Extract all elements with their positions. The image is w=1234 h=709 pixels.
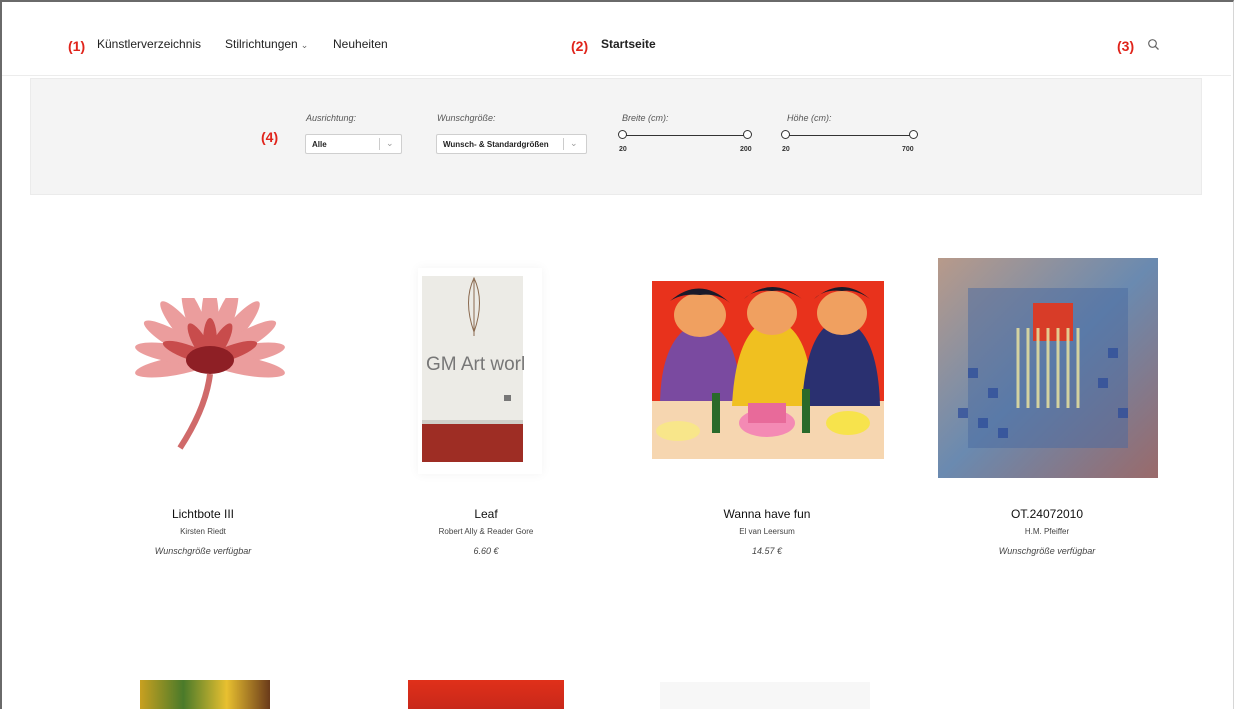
size-select[interactable]: Wunsch- & Standardgrößen ⌄ — [436, 134, 587, 154]
artwork-title[interactable]: Lichtbote III — [78, 507, 328, 521]
red-block — [422, 424, 523, 462]
artwork-image-partial[interactable] — [660, 682, 870, 709]
orientation-label: Ausrichtung: — [306, 113, 357, 123]
artwork-info: 14.57 € — [751, 546, 783, 556]
size-value: Wunsch- & Standardgrößen — [443, 140, 549, 149]
select-separator — [563, 138, 564, 150]
artwork-info: 6.60 € — [473, 546, 499, 556]
width-min-handle[interactable] — [618, 130, 627, 139]
artwork-title[interactable]: Leaf — [361, 507, 611, 521]
height-min-value: 20 — [782, 146, 790, 153]
annotation-1: (1) — [68, 38, 86, 54]
artwork-artist[interactable]: Robert Ally & Reader Gore — [361, 527, 611, 536]
nav-styles-label: Stilrichtungen — [225, 37, 298, 51]
height-max-handle[interactable] — [909, 130, 918, 139]
annotation-2: (2) — [571, 38, 589, 54]
small-square — [504, 395, 511, 401]
nav-home[interactable]: Startseite — [601, 37, 656, 51]
annotation-3: (3) — [1117, 38, 1135, 54]
width-range-slider[interactable] — [618, 130, 752, 142]
width-min-value: 20 — [619, 146, 627, 153]
search-icon[interactable] — [1147, 38, 1161, 52]
chevron-down-icon: ⌄ — [300, 40, 309, 50]
height-label: Höhe (cm): — [787, 113, 832, 123]
artwork-image-leaf[interactable]: GM Art worl — [418, 268, 542, 474]
width-label: Breite (cm): — [622, 113, 669, 123]
height-range-slider[interactable] — [781, 130, 918, 142]
artwork-image-partial[interactable] — [140, 680, 270, 709]
height-min-handle[interactable] — [781, 130, 790, 139]
nav-news[interactable]: Neuheiten — [333, 37, 388, 51]
orientation-select[interactable]: Alle ⌄ — [305, 134, 402, 154]
chevron-down-icon: ⌄ — [570, 138, 578, 148]
artwork-info: Wunschgröße verfügbar — [998, 546, 1096, 556]
artwork-image-partial[interactable] — [408, 680, 564, 709]
leaf-icon — [468, 276, 480, 336]
height-max-value: 700 — [902, 146, 914, 153]
nav-artists[interactable]: Künstlerverzeichnis — [97, 37, 201, 51]
artwork-artist[interactable]: Kirsten Riedt — [78, 527, 328, 536]
nav-styles[interactable]: Stilrichtungen ⌄ — [225, 37, 308, 51]
chevron-down-icon: ⌄ — [386, 138, 394, 148]
range-track — [784, 135, 915, 136]
range-track — [621, 135, 749, 136]
artwork-title[interactable]: Wanna have fun — [642, 507, 892, 521]
artwork-artist[interactable]: El van Leersum — [642, 527, 892, 536]
artwork-info: Wunschgröße verfügbar — [154, 546, 252, 556]
artwork-image-wanna-have-fun[interactable] — [652, 281, 884, 459]
filter-bar — [30, 78, 1202, 195]
size-label: Wunschgröße: — [437, 113, 496, 123]
watermark-text: GM Art worl — [426, 354, 526, 375]
select-separator — [379, 138, 380, 150]
artwork-image-ot24072010[interactable] — [938, 258, 1158, 478]
width-max-value: 200 — [740, 146, 752, 153]
artwork-title[interactable]: OT.24072010 — [922, 507, 1172, 521]
width-max-handle[interactable] — [743, 130, 752, 139]
artwork-artist[interactable]: H.M. Pfeiffer — [922, 527, 1172, 536]
orientation-value: Alle — [312, 140, 327, 149]
artwork-image-lichtbote[interactable] — [110, 298, 310, 458]
annotation-4: (4) — [261, 129, 279, 145]
